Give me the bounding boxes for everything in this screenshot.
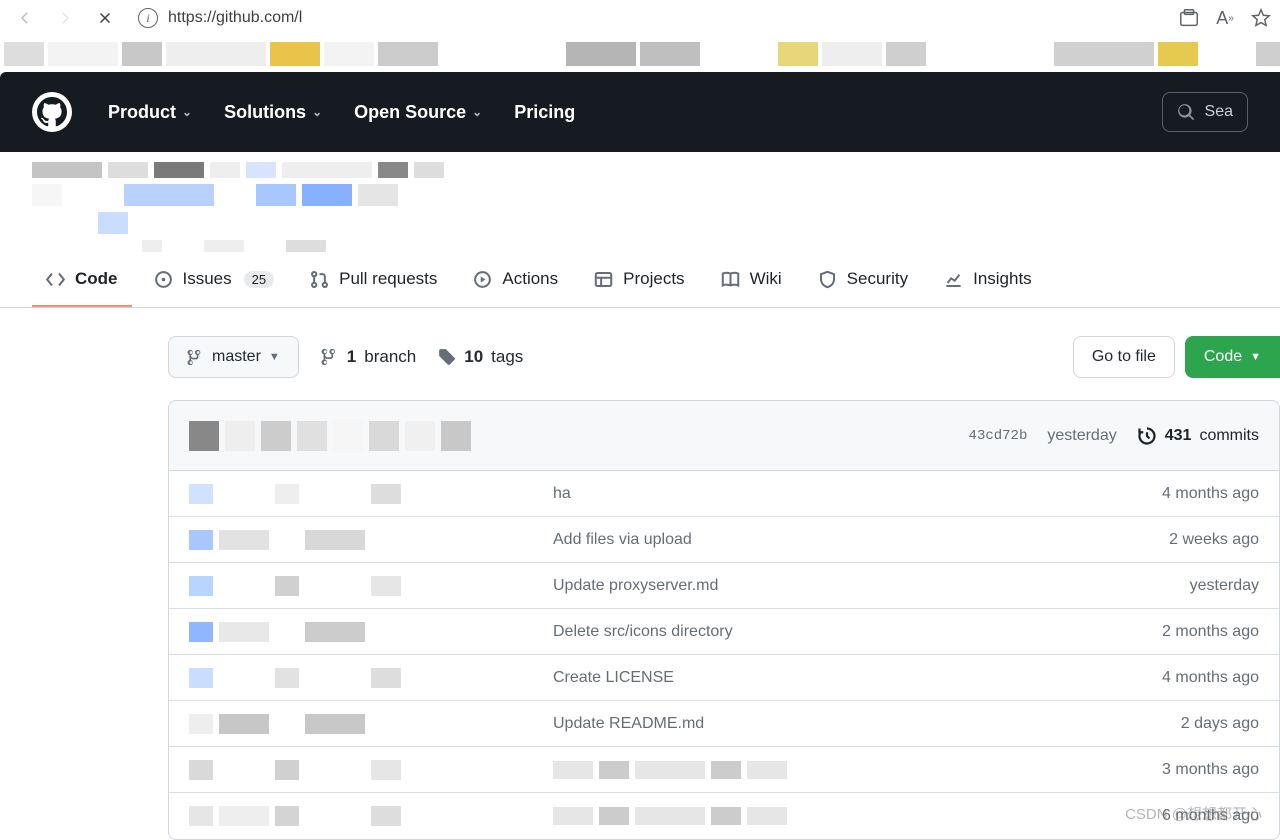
- issues-icon: [154, 270, 173, 289]
- branch-icon: [321, 348, 339, 366]
- commit-time: 4 months ago: [1162, 669, 1259, 687]
- search-input[interactable]: Sea: [1162, 92, 1248, 132]
- commit-hash[interactable]: 43cd72b: [969, 428, 1028, 444]
- chevron-down-icon: ⌄: [182, 105, 192, 119]
- tab-issues[interactable]: Issues 25: [140, 259, 289, 307]
- file-listing: 43cd72b yesterday 431 commits ha 4 months…: [168, 400, 1280, 840]
- url-text: https://github.com/l: [168, 9, 302, 27]
- nav-pricing[interactable]: Pricing: [506, 94, 583, 131]
- commit-time: 3 months ago: [1162, 761, 1259, 779]
- commit-time: 2 days ago: [1181, 715, 1259, 733]
- goto-file-button[interactable]: Go to file: [1073, 336, 1175, 378]
- tab-security[interactable]: Security: [804, 259, 922, 307]
- file-row[interactable]: 3 months ago: [169, 747, 1279, 793]
- back-button[interactable]: [8, 3, 42, 33]
- code-dropdown-button[interactable]: Code ▼: [1185, 336, 1280, 378]
- file-row[interactable]: Delete src/icons directory 2 months ago: [169, 609, 1279, 655]
- chevron-down-icon: ⌄: [312, 105, 322, 119]
- browser-toolbar: i https://github.com/l A»: [0, 0, 1280, 36]
- stop-button[interactable]: [88, 3, 122, 33]
- commit-date: yesterday: [1047, 427, 1116, 445]
- read-aloud-icon[interactable]: A»: [1214, 7, 1236, 29]
- shield-icon: [818, 270, 837, 289]
- issues-count: 25: [244, 271, 274, 288]
- commit-message[interactable]: Create LICENSE: [553, 669, 1144, 687]
- pr-icon: [310, 270, 329, 289]
- address-bar[interactable]: i https://github.com/l: [128, 3, 1172, 33]
- nav-product[interactable]: Product⌄: [100, 94, 200, 131]
- table-icon: [594, 270, 613, 289]
- file-row[interactable]: Update README.md 2 days ago: [169, 701, 1279, 747]
- latest-commit-bar: 43cd72b yesterday 431 commits: [169, 401, 1279, 471]
- github-logo[interactable]: [32, 92, 72, 132]
- tab-actions[interactable]: Actions: [459, 259, 572, 307]
- nav-opensource[interactable]: Open Source⌄: [346, 94, 490, 131]
- caret-down-icon: ▼: [1250, 351, 1261, 363]
- file-row[interactable]: Add files via upload 2 weeks ago: [169, 517, 1279, 563]
- repo-title-area: [0, 152, 1280, 252]
- forward-button[interactable]: [48, 3, 82, 33]
- tab-insights[interactable]: Insights: [930, 259, 1046, 307]
- graph-icon: [944, 270, 963, 289]
- branch-icon: [187, 349, 204, 366]
- commit-message[interactable]: Update README.md: [553, 715, 1163, 733]
- nav-solutions[interactable]: Solutions⌄: [216, 94, 330, 131]
- book-icon: [721, 270, 740, 289]
- page-content: Product⌄ Solutions⌄ Open Source⌄ Pricing…: [0, 72, 1280, 840]
- commit-message[interactable]: ha: [553, 485, 1144, 503]
- browser-right-icons: A»: [1178, 7, 1272, 29]
- history-icon: [1137, 426, 1157, 446]
- commit-time: 2 months ago: [1162, 623, 1259, 641]
- site-info-icon[interactable]: i: [138, 8, 158, 28]
- tab-pull-requests[interactable]: Pull requests: [296, 259, 451, 307]
- commit-message[interactable]: Update proxyserver.md: [553, 577, 1172, 595]
- tab-code[interactable]: Code: [32, 259, 132, 307]
- play-icon: [473, 270, 492, 289]
- caret-down-icon: ▼: [269, 351, 280, 363]
- tag-icon: [438, 348, 456, 366]
- file-row[interactable]: Update proxyserver.md yesterday: [169, 563, 1279, 609]
- chevron-down-icon: ⌄: [472, 105, 482, 119]
- file-row[interactable]: 6 months ago: [169, 793, 1279, 839]
- commit-time: 2 weeks ago: [1169, 531, 1259, 549]
- tab-strip: [0, 36, 1280, 72]
- repo-tabs: Code Issues 25 Pull requests Actions Pro…: [0, 258, 1280, 308]
- tag-count-link[interactable]: 10 tags: [438, 347, 523, 367]
- code-icon: [46, 270, 65, 289]
- file-row[interactable]: ha 4 months ago: [169, 471, 1279, 517]
- commit-message[interactable]: Add files via upload: [553, 531, 1151, 549]
- commit-time: 4 months ago: [1162, 485, 1259, 503]
- watermark: CSDN @想想都开心: [1125, 803, 1262, 824]
- tab-wiki[interactable]: Wiki: [707, 259, 796, 307]
- github-header: Product⌄ Solutions⌄ Open Source⌄ Pricing…: [0, 72, 1280, 152]
- commit-time: yesterday: [1190, 577, 1259, 595]
- search-placeholder: Sea: [1205, 103, 1233, 121]
- branch-bar: master ▼ 1 branch 10 tags Go to file Cod…: [168, 336, 1280, 378]
- screenshot-icon[interactable]: [1178, 7, 1200, 29]
- tab-projects[interactable]: Projects: [580, 259, 698, 307]
- file-row[interactable]: Create LICENSE 4 months ago: [169, 655, 1279, 701]
- branch-count-link[interactable]: 1 branch: [321, 347, 416, 367]
- commit-message[interactable]: [553, 807, 1144, 825]
- favorite-icon[interactable]: [1250, 7, 1272, 29]
- branch-select-button[interactable]: master ▼: [168, 336, 299, 378]
- commits-history-link[interactable]: 431 commits: [1137, 426, 1259, 446]
- commit-message[interactable]: Delete src/icons directory: [553, 623, 1144, 641]
- commit-message[interactable]: [553, 761, 1144, 779]
